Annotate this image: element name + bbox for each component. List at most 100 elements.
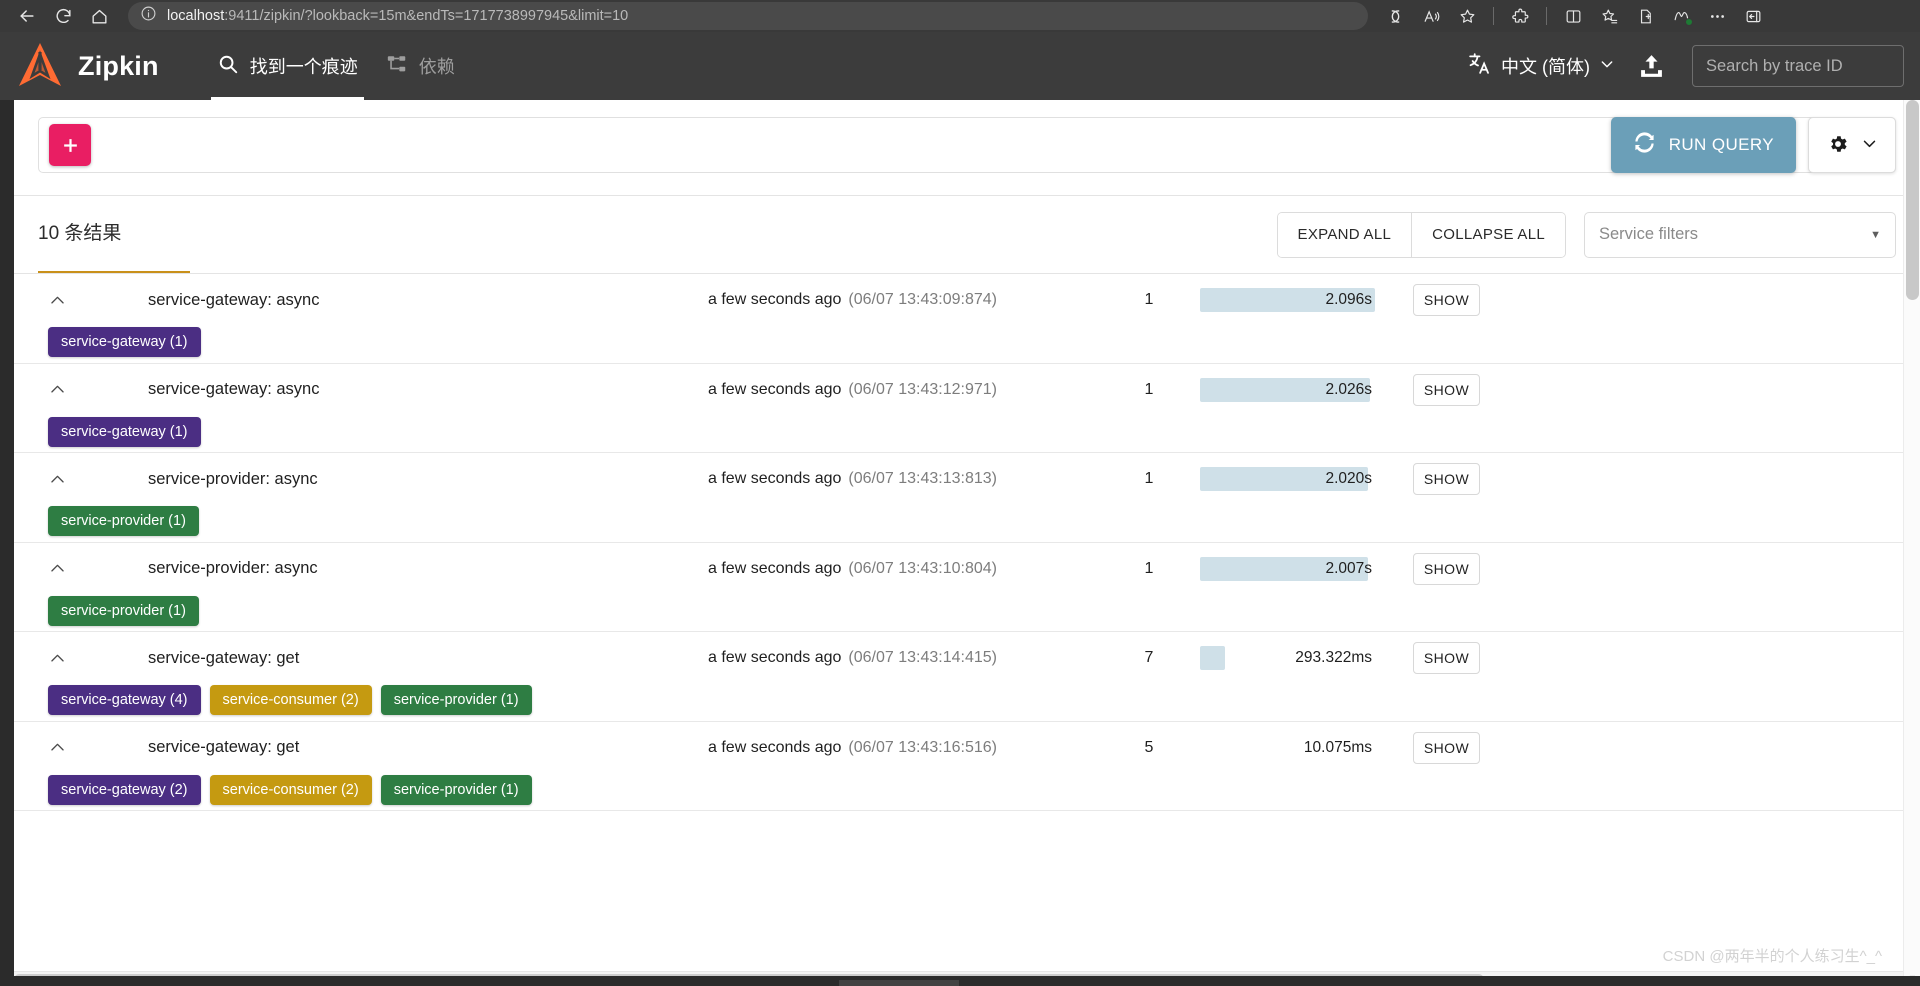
home-icon[interactable] (82, 2, 116, 30)
service-badge[interactable]: service-provider (1) (380, 685, 532, 715)
trace-span-count: 1 (1144, 380, 1154, 398)
query-settings-button[interactable] (1808, 117, 1896, 173)
status-dot (1685, 18, 1693, 26)
extensions-icon[interactable] (1503, 2, 1537, 30)
trace-absolute-time: (06/07 13:43:10:804) (848, 559, 997, 577)
window-bottom-strip (14, 976, 1920, 986)
dropdown-caret-icon: ▼ (1870, 228, 1881, 241)
trace-duration-cell: 293.322ms (1200, 646, 1375, 670)
trace-row-summary: service-provider: async a few seconds ago… (38, 543, 1896, 595)
upload-icon[interactable] (1637, 52, 1666, 81)
copilot-icon[interactable] (1378, 2, 1412, 30)
collections-icon[interactable] (1592, 2, 1626, 30)
plus-icon (63, 138, 77, 152)
show-trace-button[interactable]: SHOW (1413, 373, 1480, 406)
chevron-down-icon (1861, 135, 1878, 155)
read-aloud-icon[interactable] (1414, 2, 1448, 30)
service-badge[interactable]: service-gateway (4) (48, 685, 201, 715)
trace-span-count: 5 (1144, 738, 1154, 756)
tab-find-a-trace[interactable]: 找到一个痕迹 (203, 32, 372, 100)
more-options-icon[interactable] (1700, 2, 1734, 30)
zipkin-app-header: Zipkin 找到一个痕迹 依赖 中文 (简体) (0, 32, 1920, 100)
chevron-down-icon (1599, 56, 1615, 77)
duration-bar (1200, 646, 1225, 670)
translate-icon (1467, 51, 1492, 81)
service-badge[interactable]: service-consumer (2) (209, 774, 372, 805)
zipkin-page-body: RUN QUERY 10 条结果 EXPAND ALL COLLAPSE ALL (0, 100, 1920, 986)
vertical-scroll-thumb[interactable] (1906, 100, 1919, 300)
show-trace-button[interactable]: SHOW (1413, 642, 1480, 674)
trace-name: service-provider: async (148, 559, 318, 577)
brand-title: Zipkin (78, 50, 159, 81)
chevron-up-icon[interactable] (38, 738, 148, 757)
language-selector[interactable]: 中文 (简体) (1467, 51, 1615, 81)
trace-row-summary: service-gateway: async a few seconds ago (… (38, 274, 1896, 326)
browser-essentials-icon[interactable] (1664, 2, 1698, 30)
site-info-icon[interactable] (140, 5, 157, 27)
reload-icon[interactable] (46, 2, 80, 30)
trace-timestamp: a few seconds ago (06/07 13:43:16:516) (708, 739, 997, 757)
show-trace-button[interactable]: SHOW (1413, 284, 1480, 316)
vertical-scrollbar[interactable]: ▲ ▼ (1903, 100, 1920, 986)
trace-duration-cell: 2.007s (1200, 556, 1375, 581)
trace-row[interactable]: service-gateway: get a few seconds ago (06… (14, 722, 1920, 811)
chevron-up-icon[interactable] (38, 470, 148, 489)
trace-relative-time: a few seconds ago (708, 380, 842, 398)
trace-results-list: service-gateway: async a few seconds ago (… (14, 273, 1920, 894)
trace-duration-cell: 2.026s (1200, 377, 1375, 402)
service-badge[interactable]: service-gateway (1) (48, 416, 201, 447)
sidebar-toggle-icon[interactable] (1736, 2, 1770, 30)
show-trace-button[interactable]: SHOW (1413, 463, 1480, 495)
trace-span-count: 1 (1144, 470, 1154, 487)
chevron-up-icon[interactable] (38, 649, 148, 668)
trace-relative-time: a few seconds ago (708, 470, 842, 487)
trace-timestamp: a few seconds ago (06/07 13:43:13:813) (708, 470, 997, 488)
trace-row[interactable]: service-provider: async a few seconds ago… (14, 453, 1920, 543)
trace-absolute-time: (06/07 13:43:16:516) (848, 738, 997, 756)
service-badge[interactable]: service-gateway (1) (48, 327, 201, 357)
add-criteria-button[interactable] (49, 124, 91, 166)
query-actions: RUN QUERY (1610, 117, 1896, 173)
duration-label: 293.322ms (1295, 649, 1372, 666)
language-value: 中文 (简体) (1501, 57, 1590, 77)
trace-row[interactable]: service-gateway: get a few seconds ago (06… (14, 632, 1920, 722)
split-screen-icon[interactable] (1556, 2, 1590, 30)
trace-row[interactable]: service-provider: async a few seconds ago… (14, 543, 1920, 632)
tab-dependencies[interactable]: 依赖 (372, 32, 469, 100)
back-arrow-icon[interactable] (10, 2, 44, 30)
trace-name: service-gateway: async (148, 290, 320, 309)
trace-name: service-gateway: get (148, 648, 300, 667)
chevron-up-icon[interactable] (38, 559, 148, 578)
trace-name: service-gateway: async (148, 380, 320, 398)
show-trace-button[interactable]: SHOW (1413, 731, 1480, 764)
refresh-icon (1633, 131, 1656, 159)
watermark-text: CSDN @两年半的个人练习生^_^ (1662, 948, 1882, 965)
trace-row[interactable]: service-gateway: async a few seconds ago (… (14, 364, 1920, 453)
trace-relative-time: a few seconds ago (708, 738, 842, 756)
service-filters-select[interactable]: Service filters ▼ (1584, 211, 1896, 258)
chevron-up-icon[interactable] (38, 380, 148, 399)
trace-row[interactable]: service-gateway: async a few seconds ago (… (14, 274, 1920, 364)
show-trace-button[interactable]: SHOW (1413, 552, 1480, 585)
zipkin-logo-icon[interactable] (14, 40, 66, 92)
collapse-all-button[interactable]: COLLAPSE ALL (1412, 212, 1565, 257)
service-badge[interactable]: service-gateway (2) (48, 774, 201, 805)
toolbar-divider (1546, 7, 1547, 25)
chevron-up-icon[interactable] (38, 291, 148, 310)
service-badge[interactable]: service-provider (1) (48, 595, 199, 626)
address-bar[interactable]: localhost:9411/zipkin/?lookback=15m&endT… (128, 2, 1368, 30)
trace-id-search-input[interactable] (1692, 45, 1904, 87)
duration-label: 2.096s (1325, 291, 1372, 308)
favorite-star-icon[interactable] (1450, 2, 1484, 30)
run-query-button[interactable]: RUN QUERY (1610, 117, 1796, 173)
service-badge-group: service-gateway (1) (38, 416, 1896, 447)
results-header-actions: EXPAND ALL COLLAPSE ALL Service filters … (1276, 211, 1896, 258)
service-badge[interactable]: service-provider (1) (380, 774, 532, 805)
content-scroll-area: RUN QUERY 10 条结果 EXPAND ALL COLLAPSE ALL (14, 100, 1920, 986)
search-icon (217, 53, 239, 80)
service-badge[interactable]: service-consumer (2) (209, 685, 372, 715)
expand-all-button[interactable]: EXPAND ALL (1277, 212, 1412, 257)
service-badge[interactable]: service-provider (1) (48, 506, 199, 536)
trace-row-summary: service-provider: async a few seconds ago… (38, 453, 1896, 505)
add-to-favorites-icon[interactable] (1628, 2, 1662, 30)
